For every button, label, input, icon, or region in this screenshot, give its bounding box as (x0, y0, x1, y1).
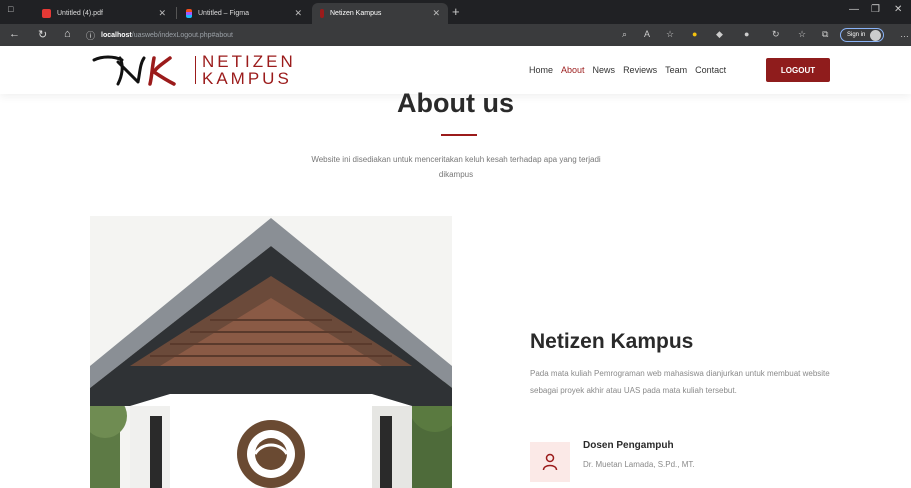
site-icon (320, 9, 324, 18)
lecturer-title: Dosen Pengampuh (583, 440, 674, 451)
tab-netizen-kampus[interactable]: Netizen Kampus ✕ (312, 3, 448, 24)
user-icon (542, 453, 558, 471)
tab-actions-icon[interactable]: □ (8, 4, 13, 14)
restore-icon[interactable]: ❐ (871, 4, 880, 15)
logout-button[interactable]: LOGOUT (766, 58, 830, 82)
minimize-icon[interactable]: — (849, 4, 859, 15)
nav-about[interactable]: About (561, 65, 585, 75)
sign-in-label: Sign in (847, 32, 866, 38)
logo-divider (195, 56, 196, 84)
tab-title: Untitled – Figma (198, 10, 249, 17)
logo-line-2: KAMPUS (202, 69, 292, 88)
lecturer-card-icon (530, 442, 570, 482)
new-tab-icon[interactable]: + (452, 4, 460, 19)
info-title: Netizen Kampus (530, 330, 694, 353)
url-path: /uasweb/indexLogout.php#about (131, 31, 233, 39)
logo-icon (92, 55, 176, 86)
extension-icon[interactable]: ◆ (716, 29, 723, 40)
browser-tab-bar: □ Untitled (4).pdf ✕ Untitled – Figma ✕ … (0, 0, 911, 24)
about-title: About us (397, 88, 514, 118)
collections-icon[interactable]: ⧉ (822, 29, 828, 40)
site-header: NETIZEN KAMPUS Home About News Reviews T… (0, 46, 911, 94)
pdf-icon (42, 9, 51, 18)
extension-icon[interactable]: ● (692, 29, 697, 39)
read-aloud-icon[interactable]: A (644, 29, 650, 39)
title-underline (441, 134, 477, 136)
logo-wordmark: NETIZEN KAMPUS (202, 53, 296, 87)
home-icon[interactable]: ⌂ (64, 28, 71, 40)
lecturer-name: Dr. Muetan Lamada, S.Pd., MT. (583, 460, 695, 469)
avatar-icon (870, 30, 882, 41)
tab-separator (176, 7, 177, 19)
close-tab-icon[interactable]: ✕ (432, 8, 440, 19)
back-icon[interactable]: ← (9, 28, 20, 40)
close-tab-icon[interactable]: ✕ (294, 8, 302, 19)
url-field[interactable]: ⓘ localhost /uasweb/indexLogout.php#abou… (86, 27, 606, 43)
tab-title: Untitled (4).pdf (57, 10, 103, 17)
extension-icon[interactable]: ● (744, 29, 749, 39)
tab-pdf[interactable]: Untitled (4).pdf ✕ (34, 3, 174, 24)
favorites-icon[interactable]: ☆ (798, 29, 806, 40)
nav-team[interactable]: Team (665, 65, 687, 75)
logo-monogram[interactable] (92, 52, 190, 88)
campus-building-photo (90, 216, 452, 488)
tab-title: Netizen Kampus (330, 10, 382, 17)
building-illustration (90, 216, 452, 488)
favorite-icon[interactable]: ☆ (666, 29, 674, 40)
nav-news[interactable]: News (593, 65, 616, 75)
nav-contact[interactable]: Contact (695, 65, 726, 75)
about-description: Website ini disediakan untuk menceritaka… (311, 155, 601, 179)
figma-icon (186, 9, 192, 18)
sign-in-button[interactable]: Sign in (840, 28, 885, 42)
nav-home[interactable]: Home (529, 65, 553, 75)
site-info-icon[interactable]: ⓘ (86, 29, 95, 42)
address-bar-row: ← ↻ ⌂ ⓘ localhost /uasweb/indexLogout.ph… (0, 24, 911, 46)
tab-figma[interactable]: Untitled – Figma ✕ (178, 3, 310, 24)
close-window-icon[interactable]: ✕ (894, 4, 902, 15)
refresh-icon[interactable]: ↻ (38, 28, 47, 41)
nav-reviews[interactable]: Reviews (623, 65, 657, 75)
main-nav: Home About News Reviews Team Contact (529, 65, 726, 75)
zoom-icon[interactable]: ⌕ (622, 29, 627, 40)
close-tab-icon[interactable]: ✕ (158, 8, 166, 19)
info-description: Pada mata kuliah Pemrograman web mahasis… (530, 369, 830, 395)
more-icon[interactable]: … (900, 29, 909, 39)
logo-line-1: NETIZEN (202, 52, 296, 71)
refresh-page-icon[interactable]: ↻ (772, 29, 780, 40)
url-host: localhost (101, 31, 132, 39)
